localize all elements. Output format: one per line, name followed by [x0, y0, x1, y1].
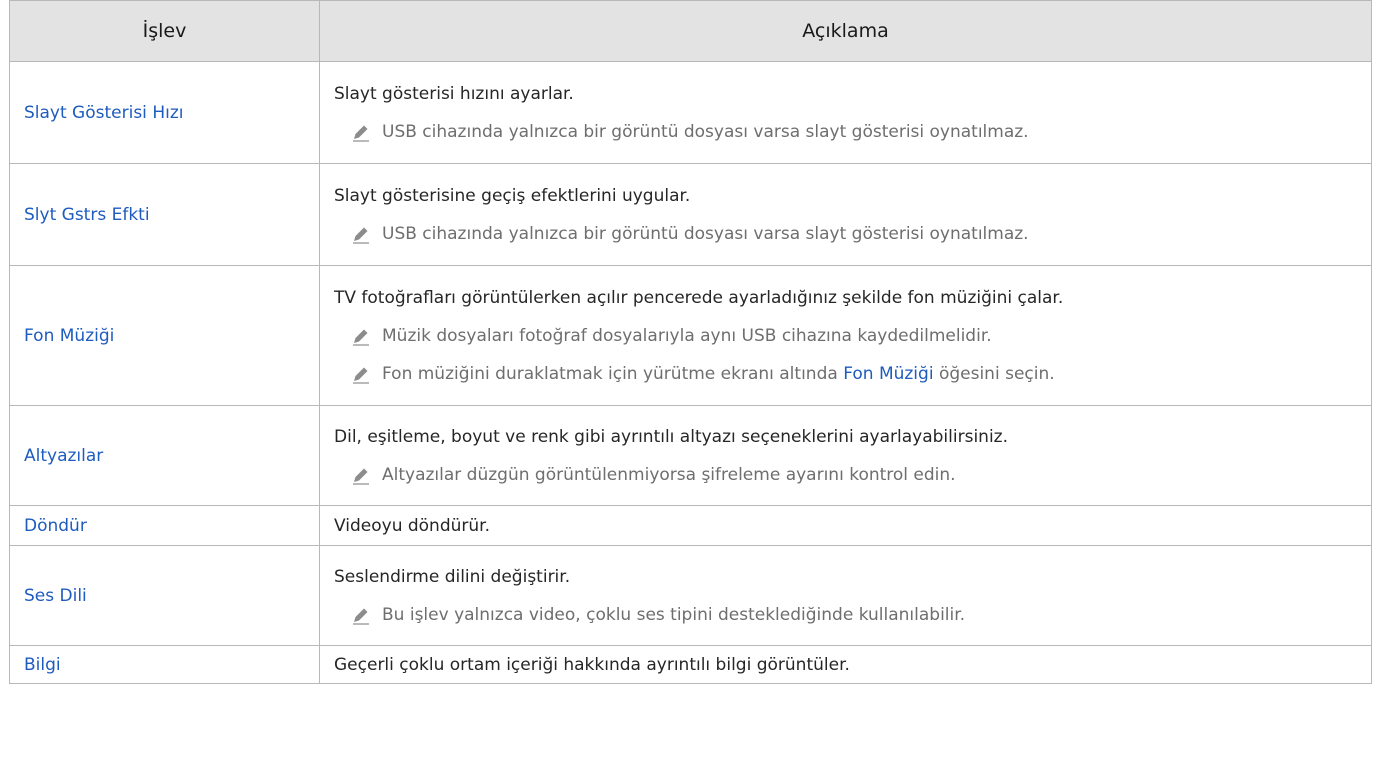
- table-row: Slyt Gstrs Efkti Slayt gösterisine geçiş…: [9, 163, 1372, 266]
- pencil-note-icon: [353, 367, 369, 384]
- description-text: TV fotoğrafları görüntülerken açılır pen…: [334, 287, 1064, 308]
- description-text: Geçerli çoklu ortam içeriği hakkında ayr…: [334, 654, 850, 675]
- note-text: Altyazılar düzgün görüntülenmiyorsa şifr…: [382, 464, 956, 485]
- note: USB cihazında yalnızca bir görüntü dosya…: [334, 223, 1359, 245]
- note-text: USB cihazında yalnızca bir görüntü dosya…: [382, 223, 1029, 244]
- description-text: Slayt gösterisi hızını ayarlar.: [334, 83, 574, 104]
- note-text-before: Fon müziğini duraklatmak için yürütme ek…: [382, 363, 844, 384]
- note-text: Fon müziğini duraklatmak için yürütme ek…: [382, 363, 1055, 385]
- note: Bu işlev yalnızca video, çoklu ses tipin…: [334, 604, 1359, 626]
- pencil-note-icon: [353, 608, 369, 625]
- pencil-note-icon: [353, 468, 369, 485]
- function-description: Dil, eşitleme, boyut ve renk gibi ayrınt…: [319, 405, 1372, 506]
- table-row: Döndür Videoyu döndürür.: [9, 505, 1372, 546]
- note: Fon müziğini duraklatmak için yürütme ek…: [334, 363, 1359, 385]
- note: Müzik dosyaları fotoğraf dosyalarıyla ay…: [334, 325, 1359, 347]
- function-name: Slayt Gösterisi Hızı: [9, 61, 320, 164]
- function-description: Seslendirme dilini değiştirir. Bu işlev …: [319, 545, 1372, 646]
- table-row: Slayt Gösterisi Hızı Slayt gösterisi hız…: [9, 61, 1372, 164]
- pencil-note-icon: [353, 227, 369, 244]
- function-description: Videoyu döndürür.: [319, 505, 1372, 546]
- description-text: Dil, eşitleme, boyut ve renk gibi ayrınt…: [334, 426, 1008, 447]
- function-description: Geçerli çoklu ortam içeriği hakkında ayr…: [319, 645, 1372, 684]
- table-row: Altyazılar Dil, eşitleme, boyut ve renk …: [9, 405, 1372, 506]
- description-text: Videoyu döndürür.: [334, 515, 490, 536]
- function-name: Fon Müziği: [9, 265, 320, 406]
- function-name: Altyazılar: [9, 405, 320, 506]
- header-description: Açıklama: [319, 0, 1372, 62]
- note-text: Müzik dosyaları fotoğraf dosyalarıyla ay…: [382, 325, 992, 346]
- function-name: Ses Dili: [9, 545, 320, 646]
- description-text: Slayt gösterisine geçiş efektlerini uygu…: [334, 185, 691, 206]
- note-text: USB cihazında yalnızca bir görüntü dosya…: [382, 121, 1029, 142]
- pencil-note-icon: [353, 125, 369, 142]
- function-description: TV fotoğrafları görüntülerken açılır pen…: [319, 265, 1372, 406]
- header-function: İşlev: [9, 0, 320, 62]
- note-text-after: öğesini seçin.: [933, 363, 1055, 384]
- description-text: Seslendirme dilini değiştirir.: [334, 566, 571, 587]
- table-row: Fon Müziği TV fotoğrafları görüntülerken…: [9, 265, 1372, 406]
- fon-muzigi-link[interactable]: Fon Müziği: [843, 364, 933, 384]
- table-row: Bilgi Geçerli çoklu ortam içeriği hakkın…: [9, 645, 1372, 684]
- function-description: Slayt gösterisine geçiş efektlerini uygu…: [319, 163, 1372, 266]
- note: USB cihazında yalnızca bir görüntü dosya…: [334, 121, 1359, 143]
- table-header-row: İşlev Açıklama: [9, 0, 1372, 62]
- table-row: Ses Dili Seslendirme dilini değiştirir. …: [9, 545, 1372, 646]
- note: Altyazılar düzgün görüntülenmiyorsa şifr…: [334, 464, 1359, 486]
- function-name: Slyt Gstrs Efkti: [9, 163, 320, 266]
- note-text: Bu işlev yalnızca video, çoklu ses tipin…: [382, 604, 966, 625]
- function-name: Bilgi: [9, 645, 320, 684]
- function-description: Slayt gösterisi hızını ayarlar. USB ciha…: [319, 61, 1372, 164]
- pencil-note-icon: [353, 329, 369, 346]
- function-name: Döndür: [9, 505, 320, 546]
- function-table: İşlev Açıklama Slayt Gösterisi Hızı Slay…: [9, 0, 1372, 684]
